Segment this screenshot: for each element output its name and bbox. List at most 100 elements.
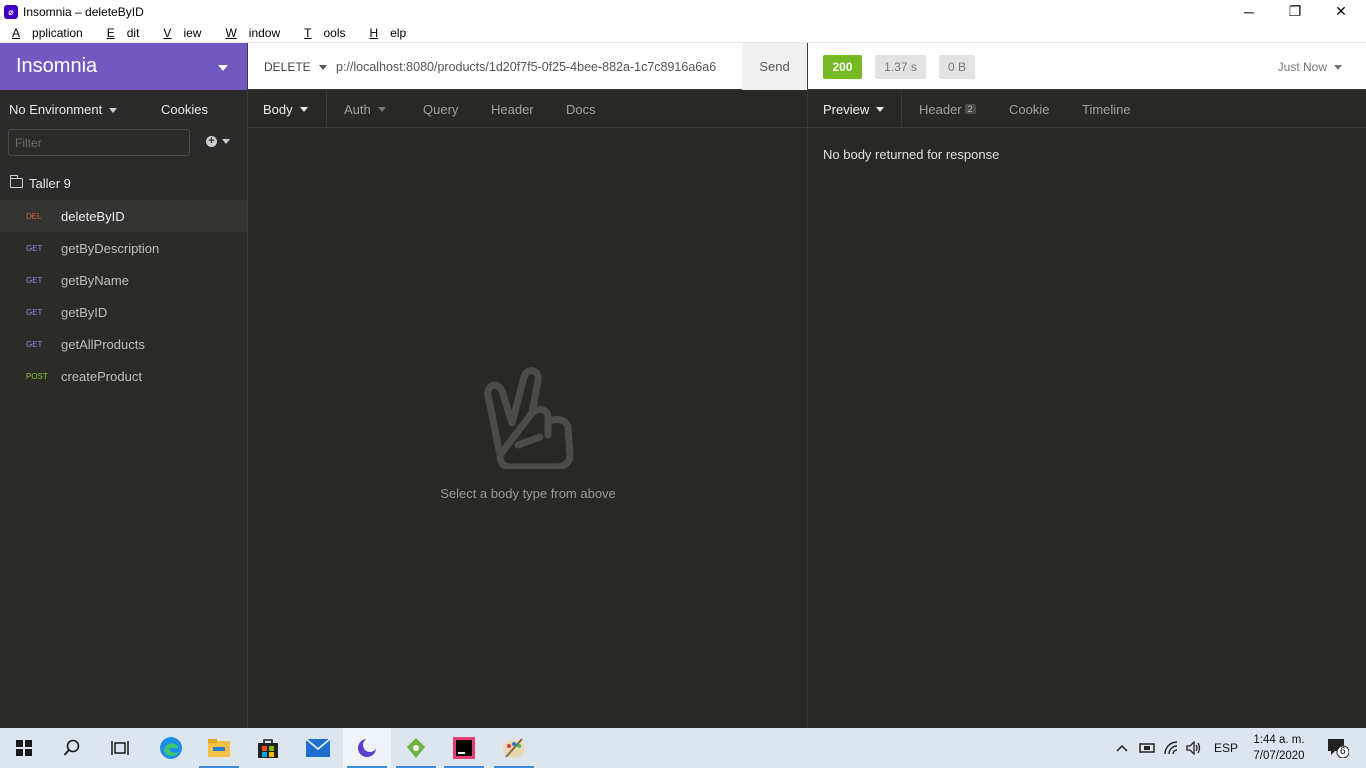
chevron-down-icon — [377, 106, 386, 112]
search-icon — [63, 739, 80, 756]
menu-tools[interactable]: Tools — [292, 26, 357, 40]
request-name: deleteByID — [61, 208, 125, 224]
mail-icon — [306, 739, 330, 757]
chevron-down-icon — [1334, 65, 1342, 71]
response-status-bar: 200 1.37 s 0 B Just Now — [808, 43, 1366, 90]
intellij-button[interactable] — [440, 728, 488, 768]
notifications-button[interactable]: 6 — [1318, 728, 1358, 768]
system-clock[interactable]: 1:44 a. m. 7/07/2020 — [1250, 732, 1308, 764]
restore-icon: ❐ — [1288, 3, 1302, 19]
task-view-icon — [111, 741, 129, 755]
spring-leaf-icon — [407, 738, 425, 758]
cookies-button[interactable]: Cookies — [161, 102, 208, 117]
filter-input[interactable] — [8, 129, 190, 156]
tab-divider — [901, 90, 902, 128]
tab-cookie[interactable]: Cookie — [1009, 90, 1049, 128]
method-badge: GET — [26, 243, 43, 253]
response-pane: 200 1.37 s 0 B Just Now Preview Header 2… — [808, 43, 1366, 728]
store-button[interactable] — [244, 728, 292, 768]
response-size-badge: 0 B — [939, 55, 975, 79]
tab-query[interactable]: Query — [423, 90, 458, 128]
chevron-down-icon — [218, 65, 228, 71]
add-request-button[interactable]: + — [206, 136, 230, 147]
tab-preview[interactable]: Preview — [823, 90, 885, 128]
insomnia-icon — [358, 738, 377, 757]
tab-auth[interactable]: Auth — [344, 90, 386, 128]
chevron-down-icon — [299, 106, 308, 112]
environment-selector[interactable]: No Environment — [9, 102, 118, 117]
header-count-badge: 2 — [964, 104, 976, 114]
request-item-getbyname[interactable]: GET getByName — [0, 264, 247, 296]
close-icon: ✕ — [1335, 3, 1347, 19]
chevron-down-icon — [876, 106, 885, 112]
menu-edit[interactable]: Edit — [95, 26, 152, 40]
method-badge: POST — [26, 371, 48, 381]
input-language[interactable]: ESP — [1214, 728, 1238, 768]
taskbar: ESP 1:44 a. m. 7/07/2020 6 — [0, 728, 1366, 768]
restore-button[interactable]: ❐ — [1272, 0, 1318, 23]
tab-divider — [326, 90, 327, 128]
status-badge: 200 — [823, 55, 862, 79]
chevron-down-icon — [222, 139, 230, 144]
request-item-deletebyid[interactable]: DEL deleteByID — [0, 200, 247, 232]
insomnia-app-icon: ⌀ — [4, 4, 18, 19]
method-dropdown[interactable]: DELETE — [264, 60, 327, 74]
request-item-getbydescription[interactable]: GET getByDescription — [0, 232, 247, 264]
menu-window[interactable]: Window — [213, 26, 292, 40]
volume-tray[interactable] — [1183, 728, 1205, 768]
file-explorer-button[interactable] — [195, 728, 243, 768]
empty-body-message: Select a body type from above — [440, 486, 616, 501]
response-tabs: Preview Header 2 Cookie Timeline — [808, 90, 1366, 128]
edge-browser-icon — [160, 737, 182, 759]
menu-view[interactable]: View — [151, 26, 213, 40]
paint-button[interactable] — [490, 728, 538, 768]
request-name: getAllProducts — [61, 336, 145, 352]
request-item-createproduct[interactable]: POST createProduct — [0, 360, 247, 392]
speaker-icon — [1186, 741, 1201, 755]
workspace-menu[interactable]: Insomnia — [0, 43, 247, 90]
menu-bar: Application Edit View Window Tools Help — [0, 23, 1366, 43]
method-badge: GET — [26, 307, 43, 317]
chevron-down-icon — [318, 65, 327, 71]
environment-row: No Environment Cookies — [0, 90, 247, 128]
send-button[interactable]: Send — [742, 43, 807, 90]
tab-docs[interactable]: Docs — [566, 90, 596, 128]
wifi-tray[interactable] — [1161, 728, 1183, 768]
search-button[interactable] — [48, 728, 96, 768]
tab-header[interactable]: Header — [491, 90, 534, 128]
tab-timeline[interactable]: Timeline — [1082, 90, 1131, 128]
filter-row: + — [0, 128, 247, 160]
mail-button[interactable] — [294, 728, 342, 768]
method-badge: DEL — [26, 211, 42, 221]
request-name: getByID — [61, 304, 108, 320]
task-view-button[interactable] — [96, 728, 144, 768]
intellij-icon — [453, 737, 475, 759]
network-adapter-tray[interactable] — [1136, 728, 1158, 768]
insomnia-taskbar-button[interactable] — [343, 728, 391, 768]
folder-icon — [208, 739, 230, 757]
minimize-icon: ─ — [1244, 3, 1254, 20]
chevron-down-icon — [109, 107, 118, 113]
show-hidden-icons-button[interactable] — [1112, 728, 1132, 768]
minimize-button[interactable]: ─ — [1226, 0, 1272, 23]
response-body-message: No body returned for response — [823, 147, 1000, 162]
wifi-icon — [1164, 741, 1178, 755]
edge-taskbar-button[interactable] — [147, 728, 195, 768]
devices-icon — [1139, 743, 1155, 753]
method-badge: GET — [26, 339, 43, 349]
request-tabs: Body Auth Query Header Docs — [248, 90, 807, 128]
url-input[interactable] — [336, 57, 740, 77]
menu-help[interactable]: Help — [358, 26, 419, 40]
start-button[interactable] — [0, 728, 48, 768]
response-history-dropdown[interactable]: Just Now — [1278, 60, 1342, 74]
request-item-getbyid[interactable]: GET getByID — [0, 296, 247, 328]
close-window-button[interactable]: ✕ — [1318, 0, 1364, 23]
clock-time: 1:44 a. m. — [1253, 734, 1305, 746]
menu-application[interactable]: Application — [0, 26, 95, 40]
folder-taller-9[interactable]: Taller 9 — [0, 168, 247, 198]
tab-response-header[interactable]: Header 2 — [919, 90, 976, 128]
spring-tool-button[interactable] — [392, 728, 440, 768]
url-bar: DELETE Send — [248, 43, 807, 90]
tab-body[interactable]: Body — [263, 90, 308, 128]
request-item-getallproducts[interactable]: GET getAllProducts — [0, 328, 247, 360]
